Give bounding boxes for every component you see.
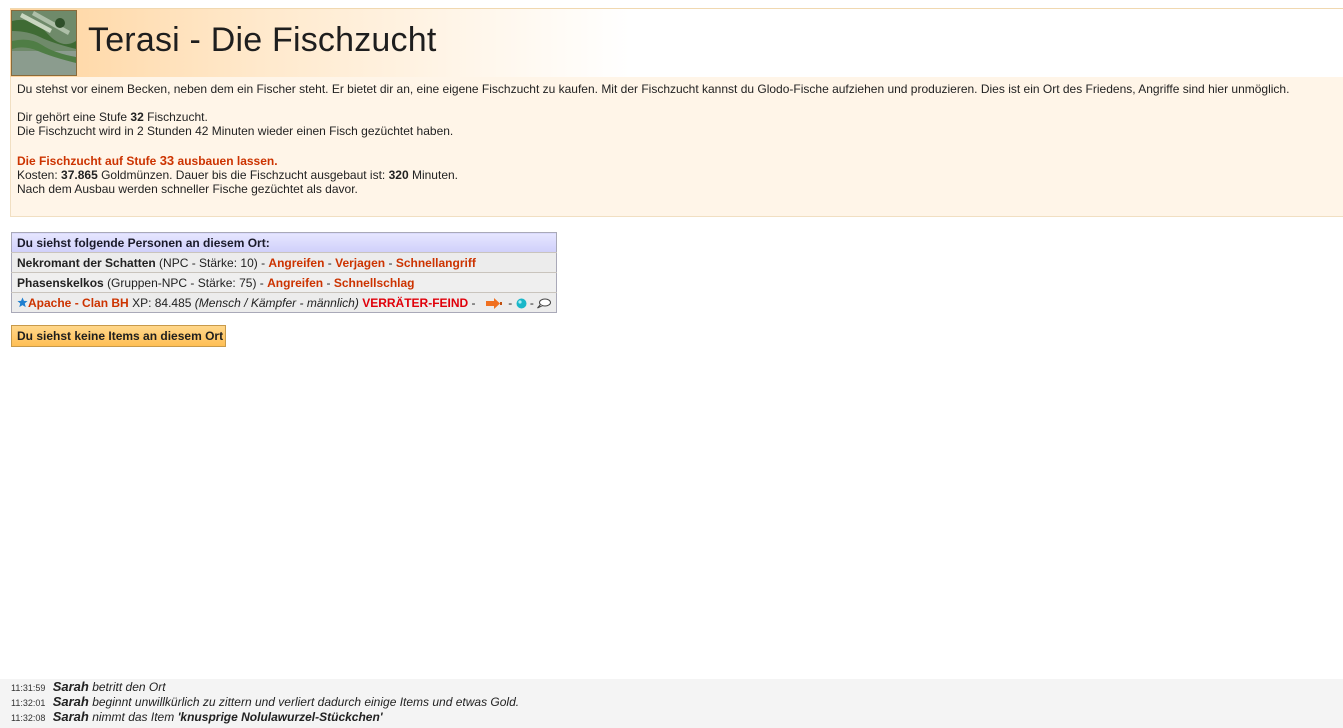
online-dot-icon[interactable] <box>516 298 527 309</box>
place-header: Terasi - Die Fischzucht <box>10 8 1343 78</box>
place-description: Du stehst vor einem Becken, neben dem ei… <box>10 77 1343 217</box>
npc-info: (NPC - Stärke: 10) <box>159 255 258 270</box>
log-item-name: 'knusprige Nolulawurzel-Stückchen' <box>177 710 383 724</box>
star-icon <box>17 296 28 307</box>
timer-text: Die Fischzucht wird in 2 Stunden 42 Minu… <box>17 124 454 138</box>
log-entry: 11:32:08 Sarah nimmt das Item 'knusprige… <box>0 709 1343 724</box>
log-time: 11:32:08 <box>11 713 46 723</box>
log-text: nimmt das Item <box>92 710 175 724</box>
xp-value: 84.485 <box>154 295 192 310</box>
person-row: Phasenskelkos (Gruppen-NPC - Stärke: 75)… <box>11 272 557 293</box>
attack-link[interactable]: Angreifen <box>267 276 323 290</box>
fish-pond-image <box>11 10 77 76</box>
quick-strike-link[interactable]: Schnellschlag <box>334 276 415 290</box>
level-text: Dir gehört eine Stufe 32 Fischzucht. <box>17 110 208 124</box>
send-icon[interactable] <box>485 297 502 309</box>
level-value: 32 <box>130 110 144 124</box>
quick-attack-link[interactable]: Schnellangriff <box>396 256 476 270</box>
log-player-name[interactable]: Sarah <box>53 679 89 694</box>
cost-text: Kosten: 37.865 Goldmünzen. Dauer bis die… <box>17 168 458 182</box>
log-time: 11:31:59 <box>11 683 46 693</box>
player-name-link[interactable]: Apache <box>28 296 71 310</box>
npc-info: (Gruppen-NPC - Stärke: 75) <box>107 275 257 290</box>
log-entry: 11:32:01 Sarah beginnt unwillkürlich zu … <box>0 694 1343 709</box>
message-icon[interactable] <box>537 298 552 309</box>
npc-name: Nekromant der Schatten <box>17 255 156 270</box>
no-items-box: Du siehst keine Items an diesem Ort <box>11 325 227 347</box>
event-log: 11:31:59 Sarah betritt den Ort 11:32:01 … <box>0 679 1343 728</box>
log-player-name[interactable]: Sarah <box>53 709 89 724</box>
log-time: 11:32:01 <box>11 698 46 708</box>
persons-table: Du siehst folgende Personen an diesem Or… <box>11 232 558 313</box>
npc-name: Phasenskelkos <box>17 275 104 290</box>
log-player-name[interactable]: Sarah <box>53 694 89 709</box>
upgrade-link[interactable]: Die Fischzucht auf Stufe 33 ausbauen las… <box>17 153 278 169</box>
cost-value: 37.865 <box>61 168 98 182</box>
upgrade-level: 33 <box>159 153 175 168</box>
after-upgrade-text: Nach dem Ausbau werden schneller Fische … <box>17 182 358 196</box>
log-entry: 11:31:59 Sarah betritt den Ort <box>0 679 1343 694</box>
log-text: betritt den Ort <box>92 680 166 694</box>
persons-header-row: Du siehst folgende Personen an diesem Or… <box>11 232 557 253</box>
persons-header: Du siehst folgende Personen an diesem Or… <box>11 232 557 253</box>
attack-link[interactable]: Angreifen <box>268 256 324 270</box>
person-row: Nekromant der Schatten (NPC - Stärke: 10… <box>11 252 557 273</box>
duration-value: 320 <box>388 168 409 182</box>
intro-text: Du stehst vor einem Becken, neben dem ei… <box>17 82 1290 96</box>
clan-link[interactable]: Clan BH <box>82 296 129 310</box>
player-row: Apache - Clan BH XP: 84.485 (Mensch / Kä… <box>11 292 557 313</box>
chase-away-link[interactable]: Verjagen <box>335 256 385 270</box>
player-race: (Mensch / Kämpfer - männlich) <box>194 295 359 310</box>
enemy-status: VERRÄTER-FEIND <box>362 295 469 310</box>
log-text: beginnt unwillkürlich zu zittern und ver… <box>92 695 520 709</box>
xp-label: XP: <box>132 295 152 310</box>
page-title: Terasi - Die Fischzucht <box>88 21 437 59</box>
